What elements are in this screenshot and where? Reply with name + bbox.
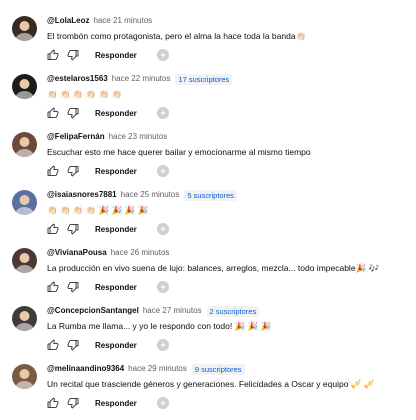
reply-button[interactable]: Responder: [91, 49, 141, 62]
avatar[interactable]: [12, 306, 37, 331]
comment: @LolaLeoz hace 21 minutos El trombón com…: [0, 14, 416, 72]
like-icon[interactable]: [45, 47, 61, 63]
comment-author[interactable]: @ConcepcionSantangel: [47, 304, 139, 318]
avatar[interactable]: [12, 190, 37, 215]
like-icon[interactable]: [45, 221, 61, 237]
reply-button[interactable]: Responder: [91, 281, 141, 294]
comment-actions: Responder: [45, 163, 169, 179]
comments-list: @LolaLeoz hace 21 minutos El trombón com…: [0, 0, 416, 416]
comment-actions: Responder: [45, 337, 169, 353]
comment-actions: Responder: [45, 395, 169, 411]
comment-time[interactable]: hace 22 minutos: [112, 72, 171, 86]
avatar-image: [12, 16, 37, 41]
like-icon[interactable]: [45, 163, 61, 179]
comment-text: Escuchar esto me hace querer bailar y em…: [47, 147, 311, 157]
reply-button[interactable]: Responder: [91, 339, 141, 352]
comment-author[interactable]: @FelipaFernán: [47, 130, 105, 144]
reply-button[interactable]: Responder: [91, 107, 141, 120]
subscriber-badge: 17 suscriptores: [175, 73, 233, 85]
comment-time[interactable]: hace 21 minutos: [93, 14, 152, 28]
comment: @estelaros1563 hace 22 minutos 17 suscri…: [0, 72, 416, 130]
like-icon[interactable]: [45, 395, 61, 411]
dislike-icon[interactable]: [65, 337, 81, 353]
comment-text: 👏🏻 👏🏻 👏🏻 👏🏻 🎉 🎉 🎉 🎉: [47, 205, 149, 215]
comment-header: @LolaLeoz hace 21 minutos: [47, 14, 152, 28]
comment-header: @FelipaFernán hace 23 minutos: [47, 130, 167, 144]
dislike-icon[interactable]: [65, 279, 81, 295]
comment-time[interactable]: hace 27 minutos: [143, 304, 202, 318]
dislike-icon[interactable]: [65, 221, 81, 237]
ai-reply-icon[interactable]: [156, 223, 169, 235]
comment: @isaiasnores7881 hace 25 minutos 5 suscr…: [0, 188, 416, 246]
ai-reply-icon[interactable]: [156, 397, 169, 409]
avatar-image: [12, 190, 37, 215]
avatar[interactable]: [12, 248, 37, 273]
avatar-image: [12, 306, 37, 331]
comment-actions: Responder: [45, 279, 169, 295]
comment-author[interactable]: @LolaLeoz: [47, 14, 89, 28]
comment-header: @isaiasnores7881 hace 25 minutos 5 suscr…: [47, 188, 238, 202]
comment-author[interactable]: @VivianaPousa: [47, 246, 107, 260]
ai-reply-icon[interactable]: [156, 165, 169, 177]
reply-button[interactable]: Responder: [91, 397, 141, 410]
reply-button[interactable]: Responder: [91, 165, 141, 178]
comment-actions: Responder: [45, 105, 169, 121]
comment-text: La Rumba me llama... y yo le respondo co…: [47, 321, 272, 331]
avatar-image: [12, 364, 37, 389]
like-icon[interactable]: [45, 105, 61, 121]
comment: @VivianaPousa hace 26 minutos La producc…: [0, 246, 416, 304]
comment-time[interactable]: hace 26 minutos: [111, 246, 170, 260]
comment-text: El trombón como protagonista, pero el al…: [47, 31, 307, 41]
comment: @melinaandino9364 hace 29 minutos 9 susc…: [0, 362, 416, 420]
comment-text: La producción en vivo suena de lujo: bal…: [47, 263, 380, 273]
comment-text: Un recital que trasciende géneros y gene…: [47, 379, 375, 389]
ai-reply-icon[interactable]: [156, 107, 169, 119]
comment-author[interactable]: @estelaros1563: [47, 72, 108, 86]
avatar[interactable]: [12, 74, 37, 99]
dislike-icon[interactable]: [65, 395, 81, 411]
subscriber-badge: 9 suscriptores: [191, 363, 245, 375]
comment-text: 👏🏻 👏🏻 👏🏻 👏🏻 👏🏻 👏🏻: [47, 89, 123, 99]
ai-reply-icon[interactable]: [156, 339, 169, 351]
comment: @FelipaFernán hace 23 minutos Escuchar e…: [0, 130, 416, 188]
avatar[interactable]: [12, 16, 37, 41]
comment-actions: Responder: [45, 47, 169, 63]
comment-header: @estelaros1563 hace 22 minutos 17 suscri…: [47, 72, 233, 86]
comment-time[interactable]: hace 25 minutos: [121, 188, 180, 202]
like-icon[interactable]: [45, 279, 61, 295]
avatar[interactable]: [12, 132, 37, 157]
avatar[interactable]: [12, 364, 37, 389]
avatar-image: [12, 248, 37, 273]
avatar-image: [12, 74, 37, 99]
ai-reply-icon[interactable]: [156, 281, 169, 293]
dislike-icon[interactable]: [65, 105, 81, 121]
dislike-icon[interactable]: [65, 163, 81, 179]
comment: @ConcepcionSantangel hace 27 minutos 2 s…: [0, 304, 416, 362]
comment-author[interactable]: @isaiasnores7881: [47, 188, 117, 202]
comment-actions: Responder: [45, 221, 169, 237]
reply-button[interactable]: Responder: [91, 223, 141, 236]
ai-reply-icon[interactable]: [156, 49, 169, 61]
dislike-icon[interactable]: [65, 47, 81, 63]
subscriber-badge: 5 suscriptores: [184, 189, 238, 201]
avatar-image: [12, 132, 37, 157]
subscriber-badge: 2 suscriptores: [206, 305, 260, 317]
comment-time[interactable]: hace 29 minutos: [128, 362, 187, 376]
comment-author[interactable]: @melinaandino9364: [47, 362, 124, 376]
comment-header: @VivianaPousa hace 26 minutos: [47, 246, 169, 260]
like-icon[interactable]: [45, 337, 61, 353]
comment-time[interactable]: hace 23 minutos: [109, 130, 168, 144]
comment-header: @melinaandino9364 hace 29 minutos 9 susc…: [47, 362, 245, 376]
comment-header: @ConcepcionSantangel hace 27 minutos 2 s…: [47, 304, 260, 318]
